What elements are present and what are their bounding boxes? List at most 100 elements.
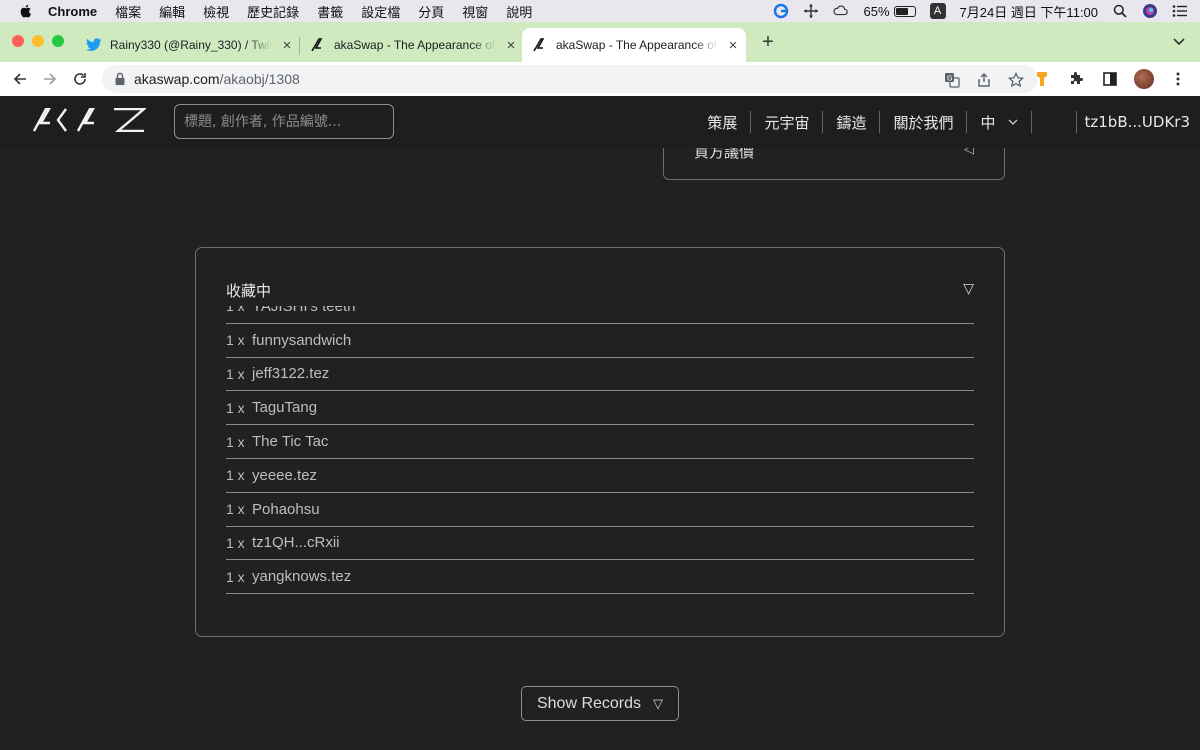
macos-menu-bar: Chrome 檔案 編輯 檢視 歷史記錄 書籤 設定檔 分頁 視窗 說明 65%… — [0, 0, 1200, 22]
battery-indicator[interactable]: 65% — [863, 4, 916, 19]
menu-history[interactable]: 歷史記錄 — [247, 2, 299, 21]
owner-name-link[interactable]: The Tic Tac — [252, 433, 328, 450]
lock-icon[interactable] — [114, 72, 126, 86]
apple-icon[interactable] — [18, 3, 34, 19]
tab-title: Rainy330 (@Rainy_330) / Twitter — [110, 38, 272, 52]
siri-icon[interactable] — [1142, 3, 1158, 19]
owner-qty: 1 x — [226, 332, 245, 349]
owner-name-link[interactable]: yangknows.tez — [252, 568, 351, 585]
menu-tab[interactable]: 分頁 — [418, 2, 444, 21]
owner-qty: 1 x — [226, 467, 245, 484]
back-arrow-icon[interactable] — [10, 69, 30, 89]
list-item: 1 x Pohaohsu — [226, 493, 974, 527]
akaswap-logo[interactable] — [32, 107, 148, 133]
owners-title: 收藏中 — [226, 282, 272, 300]
window-close-button[interactable] — [12, 35, 24, 47]
owner-qty: 1 x — [226, 568, 245, 585]
address-bar-actions: G — [942, 70, 1026, 90]
owner-name-link[interactable]: jeff3122.tez — [252, 365, 329, 382]
language-selector[interactable]: 中 — [967, 112, 1030, 133]
tab-search-chevron-icon[interactable] — [1172, 34, 1186, 48]
tab-close-icon[interactable]: × — [504, 37, 518, 54]
show-records-button[interactable]: Show Records ▽ — [521, 686, 679, 721]
nav-metaverse[interactable]: 元宇宙 — [751, 112, 822, 133]
toolbar-extensions — [1032, 69, 1188, 89]
collapse-triangle-icon[interactable]: ▽ — [963, 280, 974, 297]
menubar-clock[interactable]: 7月24日 週日 下午11:00 — [960, 2, 1098, 21]
menu-app-name[interactable]: Chrome — [48, 4, 97, 19]
site-header: 策展 元宇宙 鑄造 關於我們 中 tz1bB...UDKr3 — [0, 96, 1200, 148]
translate-icon[interactable]: G — [942, 70, 962, 90]
menu-bookmarks[interactable]: 書籤 — [317, 2, 343, 21]
nav-about[interactable]: 關於我們 — [880, 112, 966, 133]
owner-qty: 1 x — [226, 306, 245, 315]
window-zoom-button[interactable] — [52, 35, 64, 47]
logitech-g-icon[interactable] — [773, 3, 789, 19]
svg-text:G: G — [947, 75, 952, 83]
window-minimize-button[interactable] — [32, 35, 44, 47]
browser-tab-akaswap[interactable]: akaSwap - The Appearance of × — [300, 28, 522, 62]
list-item: 1 x funnysandwich — [226, 324, 974, 358]
browser-tab-twitter[interactable]: Rainy330 (@Rainy_330) / Twitter × — [76, 28, 298, 62]
collapse-triangle-icon[interactable]: ◁ — [964, 148, 974, 157]
owner-name-link[interactable]: yeeee.tez — [252, 467, 317, 484]
profile-avatar[interactable] — [1134, 69, 1154, 89]
twitter-icon — [86, 37, 102, 53]
url-text[interactable]: akaswap.com/akaobj/1308 — [134, 71, 300, 87]
owner-name-link[interactable]: TaguTang — [252, 399, 317, 416]
akaswap-icon — [532, 37, 548, 53]
dark-mode-moon-icon[interactable] — [1032, 113, 1076, 131]
menu-profiles[interactable]: 設定檔 — [361, 2, 400, 21]
tab-close-icon[interactable]: × — [280, 37, 294, 54]
menu-file[interactable]: 檔案 — [115, 2, 141, 21]
list-item: 1 x yeeee.tez — [226, 459, 974, 493]
browser-tab-strip: Rainy330 (@Rainy_330) / Twitter × akaSwa… — [0, 22, 1200, 62]
move-arrows-icon[interactable] — [803, 3, 819, 19]
list-item: 1 x jeff3122.tez — [226, 358, 974, 392]
chrome-menu-kebab-icon[interactable] — [1168, 69, 1188, 89]
share-icon[interactable] — [974, 70, 994, 90]
reading-list-sidebar-icon[interactable] — [1100, 69, 1120, 89]
tab-close-icon[interactable]: × — [726, 37, 740, 54]
list-item: 1 x yangknows.tez — [226, 560, 974, 595]
new-tab-plus-icon[interactable]: + — [758, 32, 778, 52]
nav-mint[interactable]: 鑄造 — [823, 112, 879, 133]
forward-arrow-icon[interactable] — [40, 69, 60, 89]
wallet-address[interactable]: tz1bB...UDKr3 — [1077, 113, 1200, 131]
menu-window[interactable]: 視窗 — [462, 2, 488, 21]
owner-name-link[interactable]: funnysandwich — [252, 332, 351, 349]
extension-fox-icon[interactable] — [1032, 69, 1052, 89]
owner-qty: 1 x — [226, 433, 245, 450]
owners-list[interactable]: 1 x YAJISHI's teeth 1 x funnysandwich 1 x j… — [226, 306, 974, 596]
bookmark-star-icon[interactable] — [1006, 70, 1026, 90]
offer-label: 買方議價 — [694, 148, 755, 161]
list-item: 1 x tz1QH...cRxii — [226, 527, 974, 561]
show-records-label: Show Records — [536, 694, 642, 712]
site-search-input[interactable] — [174, 104, 394, 139]
extensions-puzzle-icon[interactable] — [1066, 69, 1086, 89]
menu-view[interactable]: 檢視 — [203, 2, 229, 21]
spotlight-search-icon[interactable] — [1112, 3, 1128, 19]
owner-qty: 1 x — [226, 399, 245, 416]
nav-curation[interactable]: 策展 — [694, 112, 750, 133]
browser-toolbar: akaswap.com/akaobj/1308 G — [0, 62, 1200, 96]
chevron-down-icon — [1008, 116, 1018, 129]
url-domain: akaswap.com — [134, 71, 220, 87]
menu-edit[interactable]: 編輯 — [159, 2, 185, 21]
address-bar[interactable]: akaswap.com/akaobj/1308 G — [102, 65, 1038, 93]
control-center-icon[interactable] — [1172, 3, 1188, 19]
cloud-sync-icon[interactable] — [833, 3, 849, 19]
owner-name-link[interactable]: YAJISHI's teeth — [252, 306, 355, 315]
site-nav: 策展 元宇宙 鑄造 關於我們 中 tz1bB...UDKr3 — [694, 96, 1200, 148]
input-method-indicator[interactable]: A — [929, 3, 946, 19]
offer-section[interactable]: 買方議價 ◁ — [663, 148, 1005, 180]
owner-name-link[interactable]: tz1QH...cRxii — [252, 534, 340, 551]
owner-name-link[interactable]: Pohaohsu — [252, 501, 320, 518]
browser-tab-akaswap-active[interactable]: akaSwap - The Appearance of × — [522, 28, 746, 62]
reload-icon[interactable] — [70, 69, 90, 89]
tab-title: akaSwap - The Appearance of — [556, 38, 718, 52]
menu-help[interactable]: 說明 — [506, 2, 532, 21]
list-item: 1 x TaguTang — [226, 391, 974, 426]
battery-fill — [895, 7, 908, 15]
triangle-down-icon: ▽ — [653, 695, 664, 711]
